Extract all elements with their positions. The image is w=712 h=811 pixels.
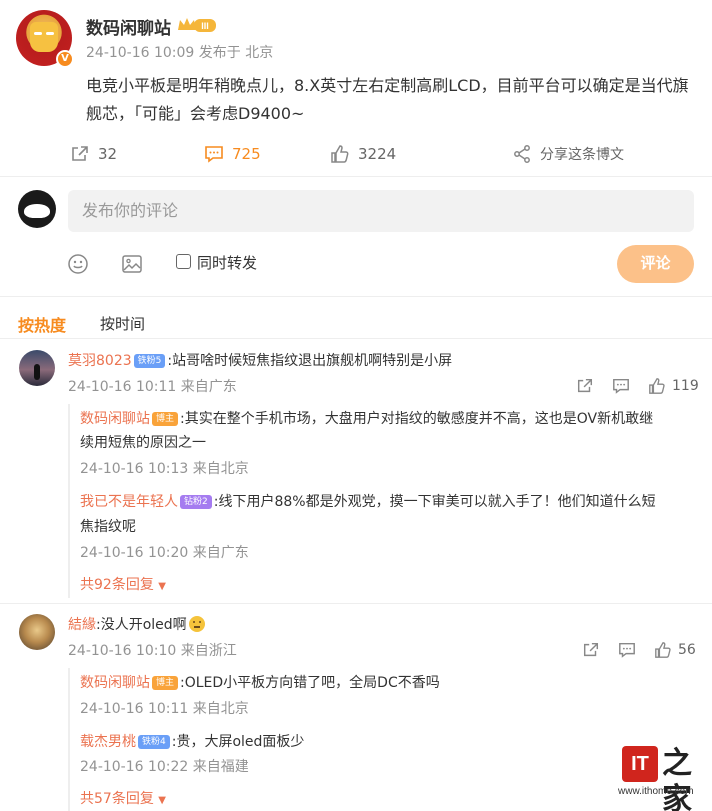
thumbs-up-icon[interactable]: [654, 641, 672, 659]
like-count: 3224: [358, 145, 397, 163]
commenter-avatar[interactable]: [19, 614, 55, 650]
post-header: V 数码闲聊站 III 24-10-16 10:09 发布于 北京: [16, 8, 696, 70]
avatar-eye-right: [46, 32, 54, 35]
comment-actions: 119: [576, 377, 699, 395]
comment-like-count: 119: [672, 378, 699, 394]
ithome-logo: IT: [622, 746, 658, 782]
comment-text: :站哥啥时候短焦指纹退出旗舰机啊特别是小屏: [167, 353, 453, 369]
divider: [0, 176, 712, 177]
comment-actions: 56: [582, 641, 696, 659]
commenter-name[interactable]: 莫羽8023: [68, 353, 132, 369]
commenter-avatar[interactable]: [19, 350, 55, 386]
my-avatar: [18, 190, 56, 228]
reply-text: :贵，大屏oled面板少: [171, 734, 305, 750]
divider: [0, 296, 712, 297]
blogger-badge: 博主: [152, 676, 179, 690]
reply-line: 数码闲聊站 博主:其实在整个手机市场，大盘用户对指纹的敏感度并不高，这也是OV新机…: [80, 408, 653, 428]
sort-by-time-tab[interactable]: 按时间: [100, 313, 145, 334]
fan-badge: 铁粉5: [133, 354, 166, 368]
reply-line: 我已不是年轻人 钻粉2:线下用户88%都是外观党，摸一下审美可以就入手了！他们知道…: [80, 491, 656, 511]
reply-author[interactable]: 数码闲聊站: [80, 675, 150, 691]
repost-checkbox-label: 同时转发: [197, 254, 258, 272]
post-body: 电竞小平板是明年稍晚点儿，8.X英寸左右定制高刷LCD，目前平台可以确定是当代旗…: [86, 76, 689, 123]
sort-by-hot-tab[interactable]: 按热度: [18, 312, 66, 336]
thumbs-up-icon[interactable]: [648, 377, 666, 395]
comment-meta: 24-10-16 10:11 来自广东: [68, 379, 237, 395]
reply-meta: 24-10-16 10:13 来自北京: [80, 461, 249, 477]
divider: [0, 338, 712, 339]
ithome-logo-char: 之家: [662, 746, 692, 811]
reply-author[interactable]: 我已不是年轻人: [80, 494, 178, 510]
comment-like-count: 56: [678, 642, 696, 658]
author-name[interactable]: 数码闲聊站: [86, 14, 171, 39]
repost-icon: [72, 146, 88, 161]
comment-meta: 24-10-16 10:10 来自浙江: [68, 643, 237, 659]
reply-text: :OLED小平板方向错了吧，全局DC不香吗: [180, 675, 440, 691]
comment-line: 莫羽8023 铁粉5:站哥啥时候短焦指纹退出旗舰机啊特别是小屏: [68, 350, 452, 370]
reply-meta: 24-10-16 10:20 来自广东: [80, 545, 249, 561]
post-meta: 24-10-16 10:09 发布于 北京: [86, 45, 274, 61]
more-replies-link[interactable]: 共92条回复 ▼: [80, 574, 166, 594]
post-actions: 32 725 3224 分享这条博文: [70, 144, 690, 168]
comment-input[interactable]: 发布你的评论: [68, 190, 694, 232]
more-replies-link[interactable]: 共57条回复 ▼: [80, 788, 166, 808]
share-icon: [514, 145, 530, 163]
reply-meta: 24-10-16 10:11 来自北京: [80, 701, 249, 717]
comment-icon: [205, 146, 223, 163]
ithome-watermark: IT 之家 www.ithome.com: [618, 746, 704, 811]
repost-count: 32: [98, 145, 118, 163]
thinking-emoji-icon: [188, 616, 205, 632]
share-label: 分享这条博文: [540, 147, 624, 163]
image-icon[interactable]: [121, 253, 143, 275]
avatar-eye-left: [34, 32, 42, 35]
comment-count: 725: [232, 145, 261, 163]
commenter-name[interactable]: 結緣: [68, 617, 96, 633]
share-button[interactable]: 分享这条博文: [512, 144, 624, 164]
level-crown-icon: III: [178, 18, 216, 32]
emoji-icon[interactable]: [67, 253, 89, 275]
level-badge-text: III: [201, 21, 209, 31]
comment-line: 結緣:没人开oled啊: [68, 614, 205, 634]
caret-down-icon: ▼: [158, 581, 166, 592]
reply-line: 数码闲聊站 博主:OLED小平板方向错了吧，全局DC不香吗: [80, 672, 440, 692]
like-button[interactable]: 3224: [330, 144, 396, 164]
repost-icon[interactable]: [582, 641, 600, 659]
reply-meta: 24-10-16 10:22 来自福建: [80, 759, 249, 775]
comment-icon[interactable]: [612, 377, 630, 395]
fan-badge: 钻粉2: [180, 495, 212, 509]
reply-text: :线下用户88%都是外观党，摸一下审美可以就入手了！他们知道什么短: [213, 494, 656, 510]
ithome-url: www.ithome.com: [618, 786, 694, 797]
repost-checkbox[interactable]: [176, 254, 191, 269]
repost-icon[interactable]: [576, 377, 594, 395]
thumbs-up-icon: [331, 145, 349, 163]
divider: [0, 603, 712, 604]
reply-line: 载杰男桃 铁粉4:贵，大屏oled面板少: [80, 731, 304, 751]
blogger-badge: 博主: [152, 412, 179, 426]
reply-text: :其实在整个手机市场，大盘用户对指纹的敏感度并不高，这也是OV新机敢继: [180, 411, 654, 427]
comment-text: :没人开oled啊: [96, 617, 187, 633]
repost-button[interactable]: 32: [70, 144, 117, 164]
caret-down-icon: ▼: [158, 795, 166, 806]
comment-button[interactable]: 725: [204, 144, 261, 164]
verified-badge: V: [56, 50, 74, 68]
comment-icon[interactable]: [618, 641, 636, 659]
submit-comment-button[interactable]: 评论: [617, 245, 694, 283]
reply-author[interactable]: 数码闲聊站: [80, 411, 150, 427]
fan-badge: 铁粉4: [138, 735, 170, 749]
reply-author[interactable]: 载杰男桃: [80, 734, 136, 750]
ironman-face: [30, 22, 58, 52]
reply-text-continued: 焦指纹呢: [80, 519, 136, 535]
reply-text-continued: 续用短焦的原因之一: [80, 435, 206, 451]
